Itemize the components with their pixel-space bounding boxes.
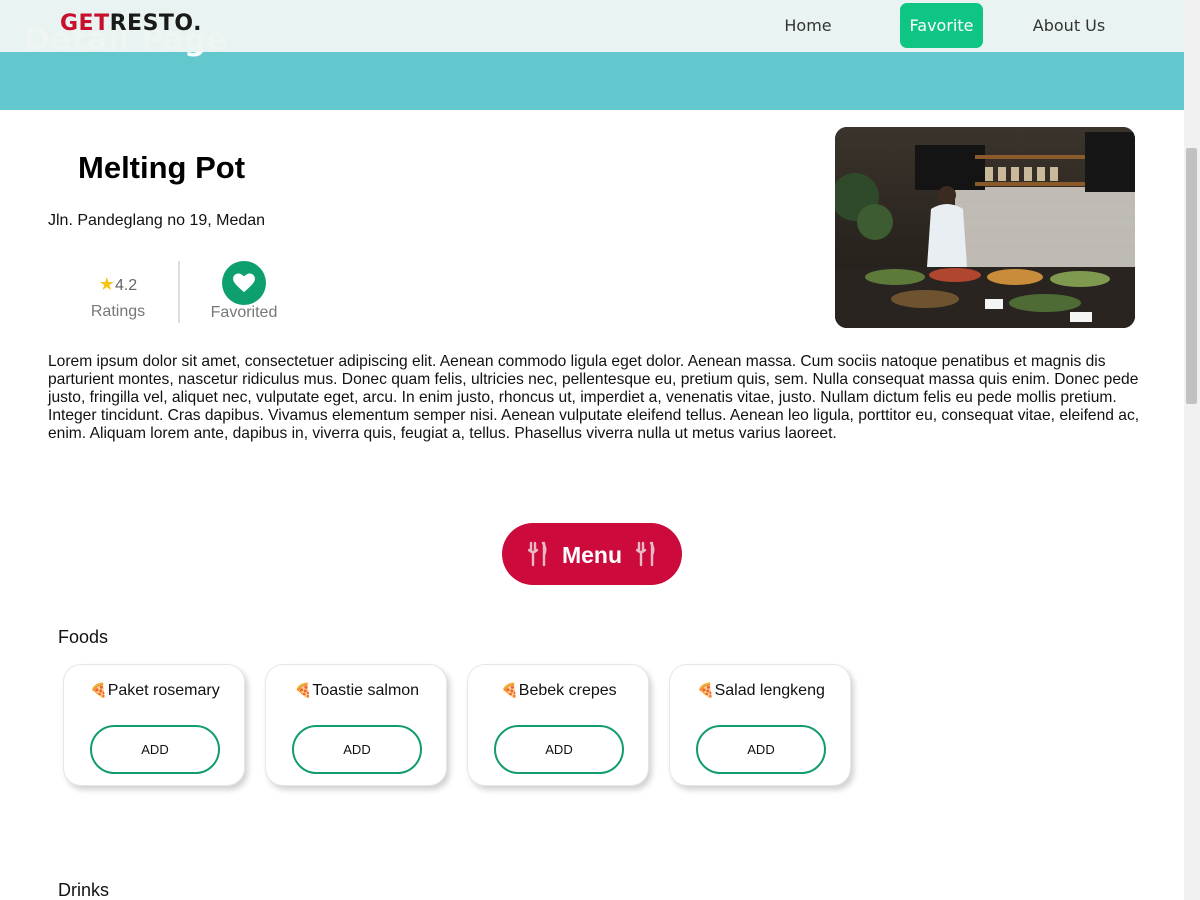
favorite-label: Favorited	[210, 304, 278, 321]
restaurant-address: Jln. Pandeglang no 19, Medan	[48, 212, 266, 229]
pizza-icon: 🍕	[697, 682, 715, 698]
star-icon: ★	[98, 274, 115, 294]
brand-logo[interactable]: GETRESTO.	[60, 11, 202, 36]
scrollbar-thumb[interactable]	[1186, 148, 1197, 404]
food-card: 🍕Toastie salmon ADD	[265, 664, 447, 786]
add-button[interactable]: ADD	[494, 725, 624, 774]
fork-knife-icon	[636, 541, 655, 567]
nav-link-favorite[interactable]: Favorite	[900, 3, 983, 48]
menu-heading-pill: Menu	[502, 523, 682, 585]
pizza-icon: 🍕	[501, 682, 519, 698]
brand-logo-part2: RESTO.	[109, 11, 202, 36]
add-button[interactable]: ADD	[292, 725, 422, 774]
restaurant-photo	[835, 127, 1135, 328]
food-name: Paket rosemary	[107, 682, 220, 699]
drinks-section-title: Drinks	[58, 880, 110, 900]
page-scrollbar[interactable]	[1184, 0, 1200, 900]
nav-link-home[interactable]: Home	[772, 3, 844, 48]
nav-link-about-us[interactable]: About Us	[1024, 3, 1114, 48]
add-button[interactable]: ADD	[90, 725, 220, 774]
top-navbar: GETRESTO. Home Favorite About Us	[0, 0, 1184, 52]
food-card: 🍕Paket rosemary ADD	[63, 664, 245, 786]
stats-divider	[178, 261, 180, 323]
pizza-icon: 🍕	[294, 682, 313, 698]
favorite-toggle-button[interactable]	[222, 261, 266, 305]
food-name: Bebek crepes	[518, 682, 617, 699]
heart-icon	[233, 273, 255, 293]
foods-section-title: Foods	[58, 627, 109, 647]
rating-summary: ★4.2 Ratings	[70, 274, 166, 321]
restaurant-name: Melting Pot	[78, 150, 246, 185]
rating-label: Ratings	[90, 303, 146, 320]
food-name: Salad lengkeng	[714, 682, 825, 699]
brand-logo-part1: GET	[60, 11, 110, 36]
rating-value: 4.2	[114, 277, 138, 294]
add-button[interactable]: ADD	[696, 725, 826, 774]
food-card: 🍕Bebek crepes ADD	[467, 664, 649, 786]
food-name: Toastie salmon	[312, 682, 420, 699]
pizza-icon: 🍕	[90, 682, 108, 698]
restaurant-description: Lorem ipsum dolor sit amet, consectetuer…	[48, 353, 1140, 442]
food-card: 🍕Salad lengkeng ADD	[669, 664, 851, 786]
